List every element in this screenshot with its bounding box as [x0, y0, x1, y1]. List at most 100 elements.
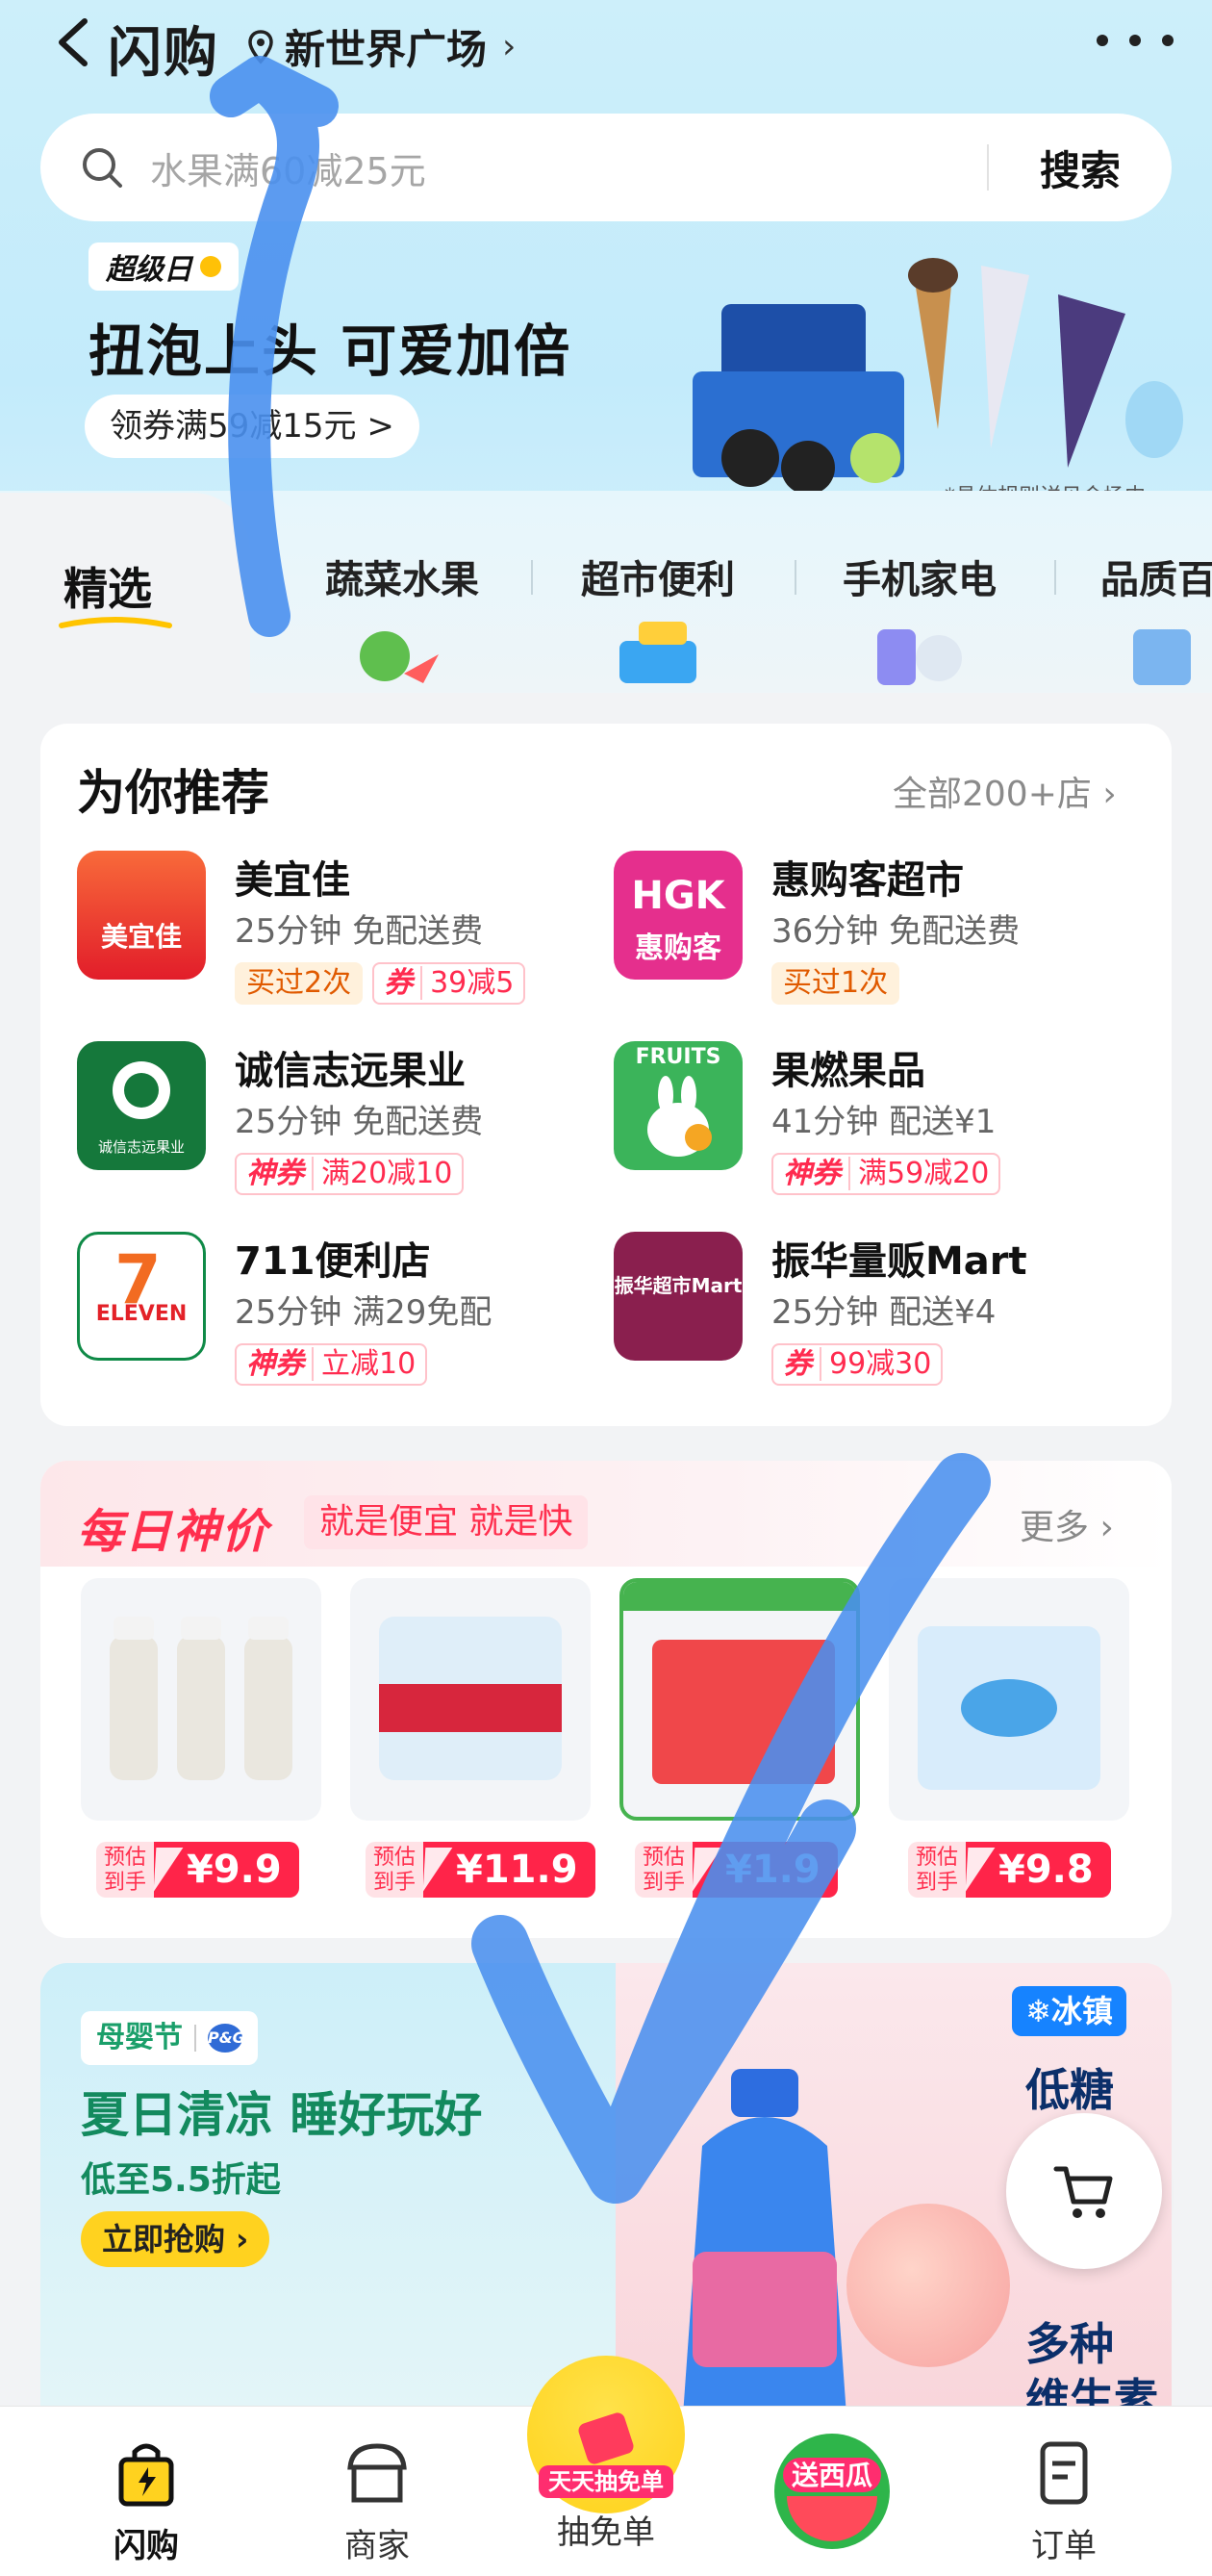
- banner-side-text: 低糖: [1025, 2064, 1114, 2116]
- product-watermelon[interactable]: [619, 1578, 860, 1821]
- fruit-logo-icon: [113, 1061, 170, 1119]
- daily-deals-title: 每日神价: [77, 1505, 270, 1559]
- shop-meta: 25分钟 免配送费: [235, 1103, 484, 1141]
- tab-phone-appliance[interactable]: 手机家电: [843, 548, 997, 604]
- shop-logo-chengxin: 诚信志远果业: [77, 1041, 206, 1170]
- tab-quality-goods[interactable]: 品质百货: [1100, 548, 1212, 604]
- shop-name: 惠购客超市: [771, 858, 964, 903]
- shop-logo-711: 7 ELEVEN: [77, 1232, 206, 1361]
- logo-text: FRUITS: [635, 1045, 721, 1069]
- search-icon: [83, 148, 122, 188]
- price-tag: 预估到手 ¥9.9: [96, 1842, 299, 1898]
- coupon-badge: 券 99减30: [771, 1343, 944, 1386]
- cart-button[interactable]: [1006, 2113, 1162, 2269]
- shop-item[interactable]: HGK 惠购客 惠购客超市 36分钟 免配送费 买过1次: [614, 851, 1152, 1024]
- shop-item[interactable]: 诚信志远果业 诚信志远果业 25分钟 免配送费 神券 满20减10: [77, 1041, 616, 1214]
- back-icon[interactable]: [50, 15, 98, 69]
- order-list-icon: [1040, 2441, 1088, 2505]
- shop-name: 振华量贩Mart: [771, 1239, 1027, 1284]
- search-button[interactable]: 搜索: [989, 139, 1172, 197]
- coupon-badge: 券 39减5: [372, 962, 526, 1005]
- shop-meta: 25分钟 配送¥4: [771, 1293, 997, 1332]
- search-input[interactable]: 水果满60减25元: [150, 141, 987, 194]
- drink-bottle-image: [683, 2069, 846, 2415]
- logo-text: 振华超市Mart: [614, 1274, 743, 1297]
- shop-name: 果燃果品: [771, 1049, 925, 1093]
- daily-deals-more-link[interactable]: 更多 ›: [1020, 1499, 1114, 1549]
- chevron-right-icon: ›: [502, 27, 517, 66]
- logo-subtext: 惠购客: [635, 931, 721, 965]
- price-value: ¥9.9: [154, 1842, 299, 1898]
- ice-badge: ❄冰镇: [1012, 1986, 1126, 2036]
- price-tag: 预估到手 ¥11.9: [366, 1842, 595, 1898]
- lucky-draw-button[interactable]: 天天抽免单: [527, 2356, 685, 2513]
- tab-divider: [531, 560, 533, 595]
- phone-fan-icon: [877, 629, 962, 685]
- nav-merchants[interactable]: 商家: [300, 2438, 454, 2566]
- cart-icon: [1053, 2166, 1113, 2218]
- bought-badge: 买过1次: [771, 962, 900, 1005]
- shop-name: 711便利店: [235, 1239, 431, 1284]
- promo-coupon-button[interactable]: 领券满59减15元 >: [85, 395, 419, 458]
- watermelon-label: 送西瓜: [792, 2460, 872, 2491]
- shop-item[interactable]: 美宜佳 美宜佳 25分钟 免配送费 买过2次 券 39减5: [77, 851, 616, 1024]
- product-tea-bottles[interactable]: [81, 1578, 321, 1821]
- shop-name: 诚信志远果业: [235, 1049, 466, 1093]
- nav-watermelon[interactable]: 送西瓜: [770, 2429, 895, 2554]
- search-bar[interactable]: 水果满60减25元 搜索: [40, 114, 1172, 221]
- banner-subtitle: 低至5.5折起: [81, 2160, 281, 2200]
- pg-logo-icon: P&G: [208, 2024, 245, 2053]
- price-value: ¥9.8: [966, 1842, 1111, 1898]
- nav-label: 抽免单: [557, 2513, 655, 2552]
- banner-title: 夏日清凉 睡好玩好: [81, 2087, 483, 2143]
- logo-text: HGK: [631, 874, 725, 918]
- gift-icon: [578, 2412, 634, 2464]
- buy-now-button[interactable]: 立即抢购 ›: [81, 2211, 270, 2267]
- shop-meta: 36分钟 免配送费: [771, 912, 1021, 951]
- logo-text: ELEVEN: [95, 1302, 188, 1326]
- coupon-badge: 神券 满59减20: [771, 1153, 1001, 1195]
- rabbit-logo-icon: [647, 1076, 712, 1157]
- logo-text: 诚信志远果业: [97, 1138, 185, 1156]
- price-tag: 预估到手 ¥9.8: [908, 1842, 1111, 1898]
- nav-label: 商家: [344, 2527, 410, 2565]
- tab-underline-icon: [59, 617, 172, 628]
- product-ice-water[interactable]: [889, 1578, 1129, 1821]
- water-pack-image: [379, 1617, 562, 1780]
- shop-logo-guoran: FRUITS: [614, 1041, 743, 1170]
- promo-event-tag: 超级日: [88, 242, 239, 291]
- vegetable-icon: [360, 631, 439, 683]
- nav-free-order[interactable]: 抽免单: [529, 2506, 683, 2553]
- basket-icon: [619, 622, 696, 683]
- nav-label: 闪购: [114, 2527, 179, 2565]
- more-icon[interactable]: [1097, 21, 1174, 60]
- tab-featured[interactable]: 精选: [63, 554, 152, 618]
- shop-item[interactable]: 振华超市Mart 振华量贩Mart 25分钟 配送¥4 券 99减30: [614, 1232, 1152, 1405]
- shop-meta: 25分钟 免配送费: [235, 912, 484, 951]
- promo-tag-label: 超级日: [106, 253, 192, 287]
- nav-orders[interactable]: 订单: [987, 2438, 1141, 2566]
- nav-flash-buy[interactable]: 闪购: [69, 2438, 223, 2566]
- shop-item[interactable]: FRUITS 果燃果品 41分钟 配送¥1 神券 满59减20: [614, 1041, 1152, 1214]
- shop-logo-hgk: HGK 惠购客: [614, 851, 743, 980]
- bought-badge: 买过2次: [235, 962, 364, 1005]
- location-pin-icon: [248, 29, 273, 64]
- banner-tag: 母婴节 P&G: [81, 2011, 258, 2065]
- shopping-bag-icon: [118, 2443, 174, 2507]
- nav-label: 订单: [1031, 2527, 1097, 2565]
- tab-vegetables-fruits[interactable]: 蔬菜水果: [325, 548, 479, 604]
- shop-logo-zhenhua: 振华超市Mart: [614, 1232, 743, 1361]
- product-water-pack[interactable]: [350, 1578, 591, 1821]
- coupon-badge: 神券 满20减10: [235, 1153, 465, 1195]
- lucky-draw-text: 天天抽免单: [539, 2465, 673, 2498]
- tab-supermarket[interactable]: 超市便利: [581, 548, 735, 604]
- shop-logo-meiyijia: 美宜佳: [77, 851, 206, 980]
- recommend-all-link[interactable]: 全部200+店 ›: [893, 766, 1117, 816]
- location-selector[interactable]: 新世界广场 ›: [246, 17, 516, 76]
- shop-name: 美宜佳: [235, 858, 350, 903]
- banner-side-text: 多种: [1025, 2318, 1114, 2370]
- shop-item[interactable]: 7 ELEVEN 711便利店 25分钟 满29免配 神券 立减10: [77, 1232, 616, 1405]
- shop-meta: 41分钟 配送¥1: [771, 1103, 997, 1141]
- coupon-badge: 神券 立减10: [235, 1343, 428, 1386]
- top-bar: 闪购 新世界广场 ›: [0, 0, 1212, 87]
